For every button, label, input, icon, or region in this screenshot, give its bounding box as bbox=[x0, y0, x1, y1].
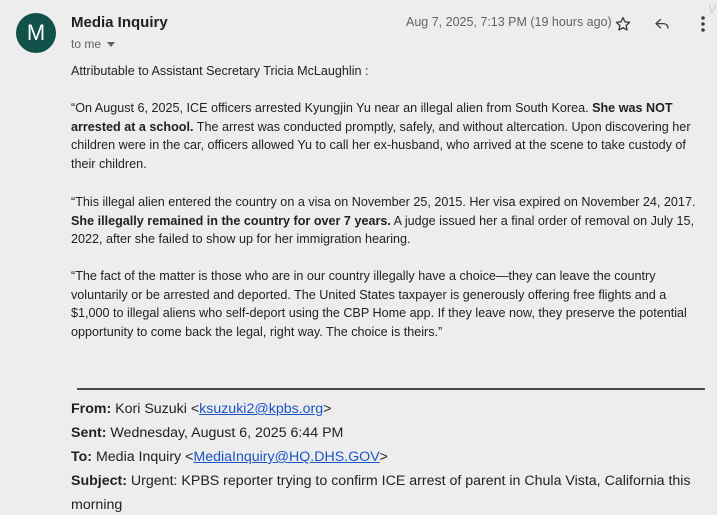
statement-paragraph-3: “The fact of the matter is those who are… bbox=[71, 269, 687, 339]
avatar[interactable]: M bbox=[16, 13, 56, 53]
email-view: M Media Inquiry to me Aug 7, 2025, 7:13 … bbox=[0, 0, 717, 515]
to-name: Media Inquiry < bbox=[95, 449, 194, 465]
quoted-to-line: To: Media Inquiry <MediaInquiry@HQ.DHS.G… bbox=[71, 445, 711, 469]
attribution-line: Attributable to Assistant Secretary Tric… bbox=[71, 64, 369, 78]
quoted-subject-line: Subject: Urgent: KPBS reporter trying to… bbox=[71, 469, 711, 515]
recipient-details-toggle[interactable]: to me bbox=[71, 37, 116, 51]
reply-icon bbox=[655, 18, 669, 29]
chevron-down-icon bbox=[107, 41, 116, 47]
from-close: > bbox=[323, 401, 332, 417]
quoted-from-line: From: Kori Suzuki <ksuzuki2@kpbs.org> bbox=[71, 397, 711, 421]
p1-text-a: “On August 6, 2025, ICE officers arreste… bbox=[71, 101, 593, 115]
to-me-label: to me bbox=[71, 37, 102, 51]
quoted-sent-line: Sent: Wednesday, August 6, 2025 6:44 PM bbox=[71, 421, 711, 445]
sent-value: Wednesday, August 6, 2025 6:44 PM bbox=[110, 425, 344, 441]
watermark: V bbox=[708, 2, 717, 16]
star-icon bbox=[615, 16, 631, 31]
sent-label: Sent: bbox=[71, 425, 107, 441]
sender-name[interactable]: Media Inquiry bbox=[71, 14, 168, 31]
from-email-link[interactable]: ksuzuki2@kpbs.org bbox=[199, 401, 323, 417]
to-close: > bbox=[379, 449, 388, 465]
p2-bold: She illegally remained in the country fo… bbox=[71, 213, 391, 228]
more-vert-icon bbox=[701, 16, 705, 32]
to-email-link[interactable]: MediaInquiry@HQ.DHS.GOV bbox=[193, 449, 379, 465]
more-options-button[interactable] bbox=[692, 13, 714, 35]
subject-value: Urgent: KPBS reporter trying to confirm … bbox=[71, 473, 691, 513]
p2-text-a: “This illegal alien entered the country … bbox=[71, 195, 696, 209]
reply-button[interactable] bbox=[651, 13, 673, 35]
statement-paragraph-1: “On August 6, 2025, ICE officers arreste… bbox=[71, 99, 707, 173]
quoted-divider bbox=[77, 388, 705, 390]
from-label: From: bbox=[71, 401, 112, 417]
star-button[interactable] bbox=[612, 13, 634, 35]
from-name: Kori Suzuki < bbox=[115, 401, 200, 417]
subject-label: Subject: bbox=[71, 473, 127, 489]
email-timestamp: Aug 7, 2025, 7:13 PM (19 hours ago) bbox=[406, 15, 612, 29]
statement-paragraph-2: “This illegal alien entered the country … bbox=[71, 193, 707, 249]
to-label: To: bbox=[71, 449, 93, 465]
